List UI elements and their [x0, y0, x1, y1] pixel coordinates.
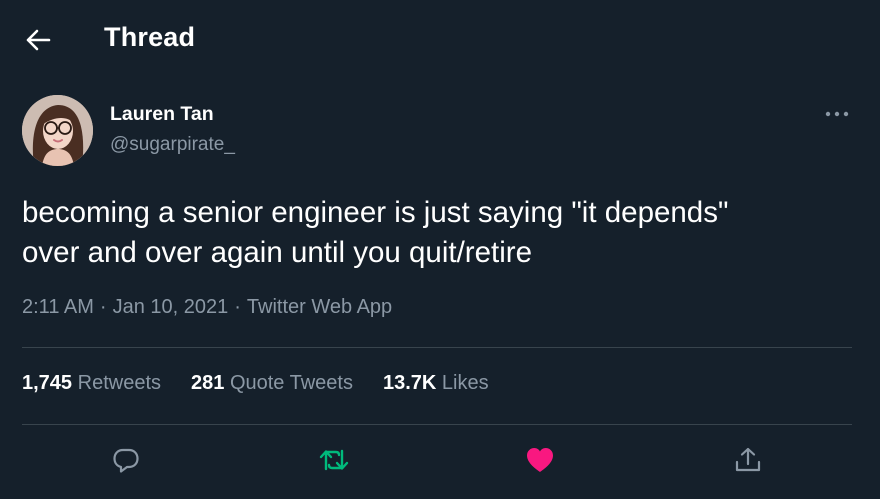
meta-separator: · — [234, 296, 241, 318]
reply-icon — [113, 448, 139, 473]
retweet-icon — [319, 449, 349, 471]
author-name[interactable]: Lauren Tan — [110, 103, 214, 126]
more-options-button[interactable] — [820, 102, 854, 126]
quote-tweets-count: 281 — [191, 372, 225, 394]
retweets-stat[interactable]: 1,745 Retweets — [22, 372, 161, 395]
author-handle[interactable]: @sugarpirate_ — [110, 134, 235, 156]
likes-stat[interactable]: 13.7K Likes — [383, 372, 489, 395]
share-icon — [735, 447, 761, 472]
tweet-stats: 1,745 Retweets 281 Quote Tweets 13.7K Li… — [22, 372, 519, 395]
back-button[interactable] — [22, 24, 54, 56]
arrow-left-icon — [26, 29, 51, 51]
avatar-image — [22, 95, 93, 166]
like-button[interactable] — [520, 440, 560, 480]
tweet-meta: 2:11 AM · Jan 10, 2021 · Twitter Web App — [22, 296, 392, 319]
heart-icon — [527, 448, 553, 472]
thread-header: Thread — [0, 0, 880, 78]
tweet-date[interactable]: Jan 10, 2021 — [113, 296, 229, 318]
meta-separator: · — [99, 296, 107, 318]
retweets-label: Retweets — [77, 372, 161, 394]
likes-count: 13.7K — [382, 372, 437, 394]
thread-page: Thread Lauren Tan @sugarpirate_ becoming… — [0, 0, 880, 499]
tweet-time[interactable]: 2:11 AM — [22, 296, 94, 318]
divider — [22, 424, 852, 425]
quote-tweets-label: Quote Tweets — [229, 372, 353, 394]
tweet-text: becoming a senior engineer is just sayin… — [22, 196, 729, 269]
retweets-count: 1,745 — [22, 372, 73, 394]
divider — [22, 347, 852, 348]
avatar[interactable] — [22, 95, 93, 166]
quote-tweets-stat[interactable]: 281 Quote Tweets — [191, 372, 353, 395]
reply-button[interactable] — [106, 440, 146, 480]
tweet-source[interactable]: Twitter Web App — [247, 296, 392, 318]
share-button[interactable] — [728, 440, 768, 480]
likes-label: Likes — [441, 372, 489, 394]
more-horizontal-icon — [825, 111, 849, 117]
tweet-actions — [0, 440, 880, 480]
retweet-button[interactable] — [314, 440, 354, 480]
page-title: Thread — [104, 22, 196, 52]
